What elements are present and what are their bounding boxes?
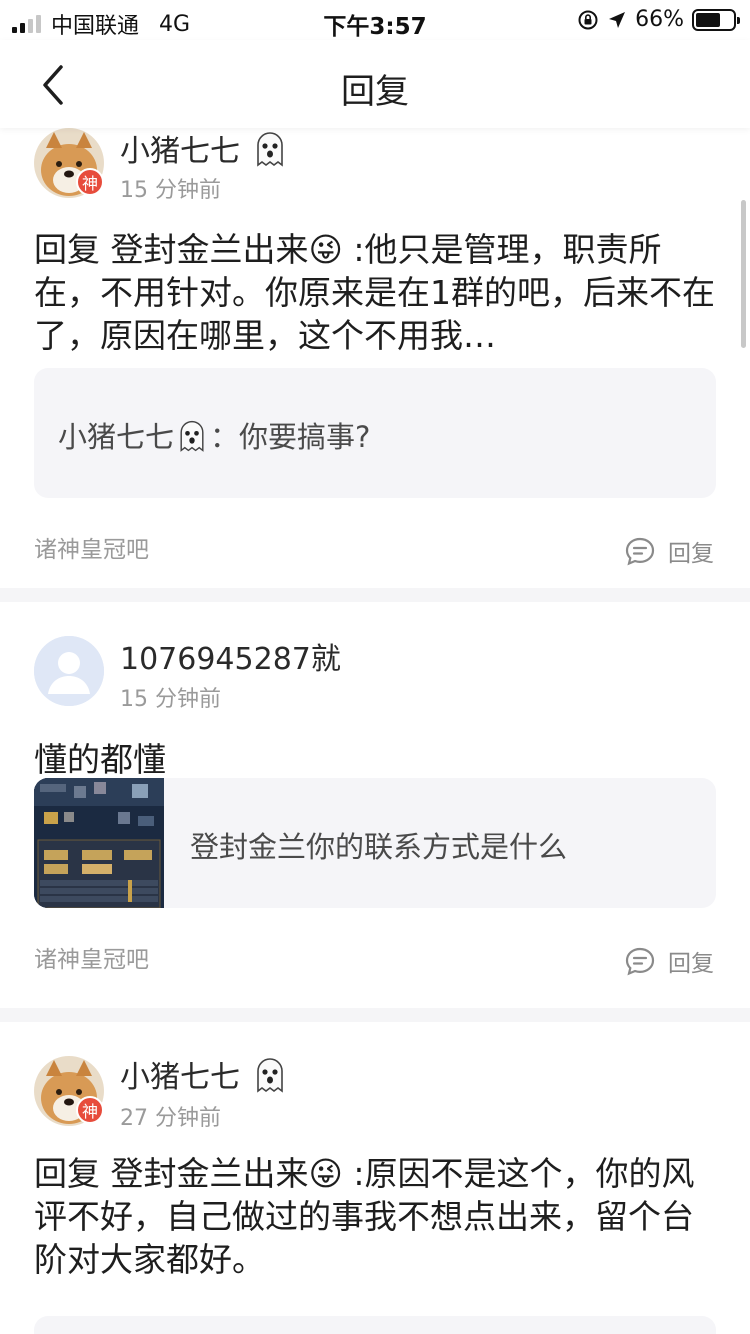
god-badge: 神 <box>76 168 104 196</box>
quote-text: 你要搞事? <box>239 420 371 454</box>
comment-icon <box>625 947 655 976</box>
post-time: 15 分钟前 <box>120 687 221 712</box>
ghost-icon <box>250 129 290 177</box>
nav-bar: 回复 <box>0 40 750 128</box>
reply-card: 神 小猪七七 15 分钟前 回复 登封金兰出来😜 :他只是管理，职责所在，不用针… <box>0 128 750 588</box>
post-time: 27 分钟前 <box>120 1106 221 1131</box>
quote-line: 小猪七七 ：你要搞事? <box>58 414 370 461</box>
post-time: 15 分钟前 <box>120 178 221 203</box>
status-bar: 中国联通 4G 下午3:57 66% <box>0 0 750 40</box>
quote-author: 小猪七七 <box>58 420 175 454</box>
battery-icon <box>692 8 740 31</box>
post-content[interactable]: 回复 登封金兰出来😜 :原因不是这个，你的风评不好，自己做过的事我不想点出来，留… <box>34 1152 716 1281</box>
username[interactable]: 1076945287就 <box>120 634 341 678</box>
rotation-lock-icon <box>578 10 598 29</box>
username[interactable]: 小猪七七 <box>120 1052 290 1103</box>
username[interactable]: 小猪七七 <box>120 126 290 177</box>
reply-label: 回复 <box>668 951 714 977</box>
battery-percent: 66% <box>635 7 684 32</box>
location-arrow-icon <box>609 11 626 28</box>
default-user-icon <box>34 636 104 706</box>
reply-card: 1076945287就 15 分钟前 懂的都懂 登封金兰你的联系方式是什么 诸神… <box>0 602 750 1008</box>
status-right: 66% <box>577 7 740 32</box>
reply-button[interactable]: 回复 <box>624 534 714 568</box>
quoted-reply[interactable]: 登封金兰你的联系方式是什么 <box>34 778 716 908</box>
forum-name[interactable]: 诸神皇冠吧 <box>34 530 149 564</box>
page-title: 回复 <box>341 72 409 112</box>
god-badge: 神 <box>76 1096 104 1124</box>
quoted-reply[interactable] <box>34 1316 716 1334</box>
forum-name[interactable]: 诸神皇冠吧 <box>34 940 149 974</box>
reply-label: 回复 <box>668 541 714 567</box>
post-content[interactable]: 懂的都懂 <box>34 738 716 781</box>
game-screenshot-thumbnail[interactable] <box>34 778 164 908</box>
ghost-icon <box>174 418 210 461</box>
ghost-icon <box>250 1055 290 1103</box>
reply-feed: 神 小猪七七 15 分钟前 回复 登封金兰出来😜 :他只是管理，职责所在，不用针… <box>0 128 750 1334</box>
reply-card: 神 小猪七七 27 分钟前 回复 登封金兰出来😜 :原因不是这个，你的风评不好，… <box>0 1022 750 1334</box>
quote-text: 登封金兰你的联系方式是什么 <box>190 830 568 864</box>
post-content[interactable]: 回复 登封金兰出来😜 :他只是管理，职责所在，不用针对。你原来是在1群的吧，后来… <box>34 228 716 357</box>
reply-button[interactable]: 回复 <box>624 944 714 978</box>
quoted-reply[interactable]: 小猪七七 ：你要搞事? <box>34 368 716 498</box>
comment-icon <box>625 537 655 566</box>
scrollbar[interactable] <box>741 200 746 348</box>
avatar[interactable] <box>34 636 104 706</box>
